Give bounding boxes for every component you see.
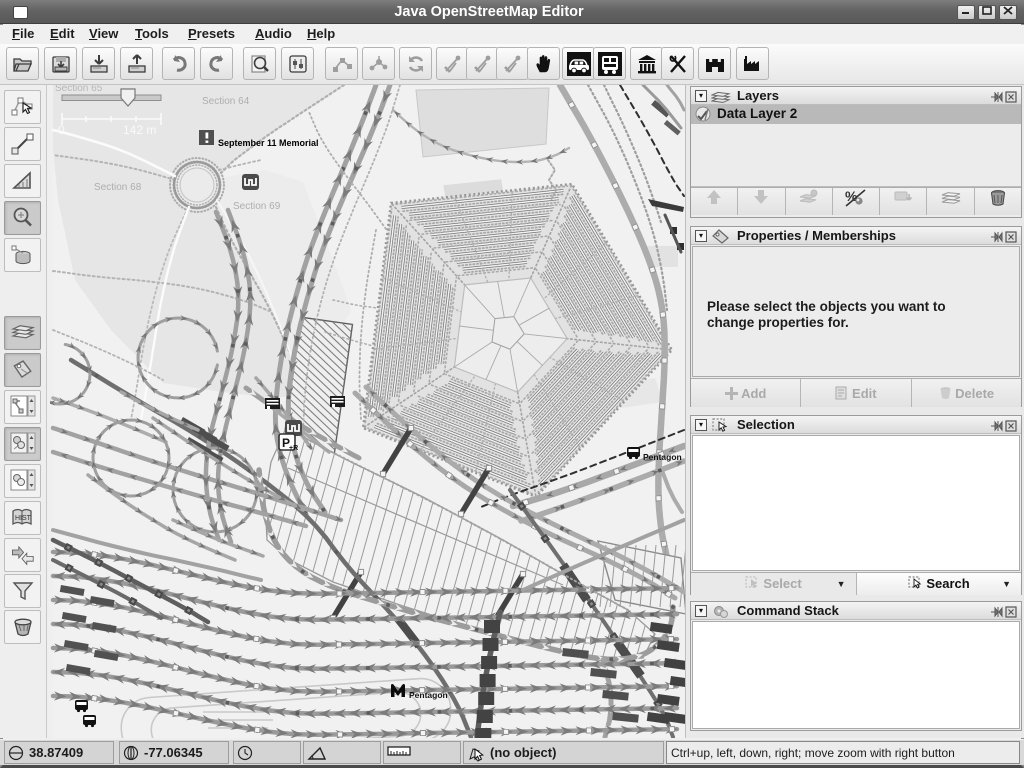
svg-text:Pentagon: Pentagon: [643, 452, 682, 462]
svg-text:Section 69: Section 69: [233, 201, 281, 212]
svg-text:Pentagon: Pentagon: [409, 690, 448, 700]
svg-text:HIST: HIST: [15, 515, 32, 522]
svg-text:0: 0: [58, 123, 65, 137]
svg-text:September 11 Memorial: September 11 Memorial: [218, 138, 319, 148]
svg-text:Section 64: Section 64: [202, 96, 250, 107]
svg-text:Section 65: Section 65: [55, 85, 103, 94]
svg-text:+R: +R: [289, 445, 298, 452]
svg-text:Section 68: Section 68: [94, 182, 142, 193]
svg-text:142 m: 142 m: [123, 123, 156, 137]
